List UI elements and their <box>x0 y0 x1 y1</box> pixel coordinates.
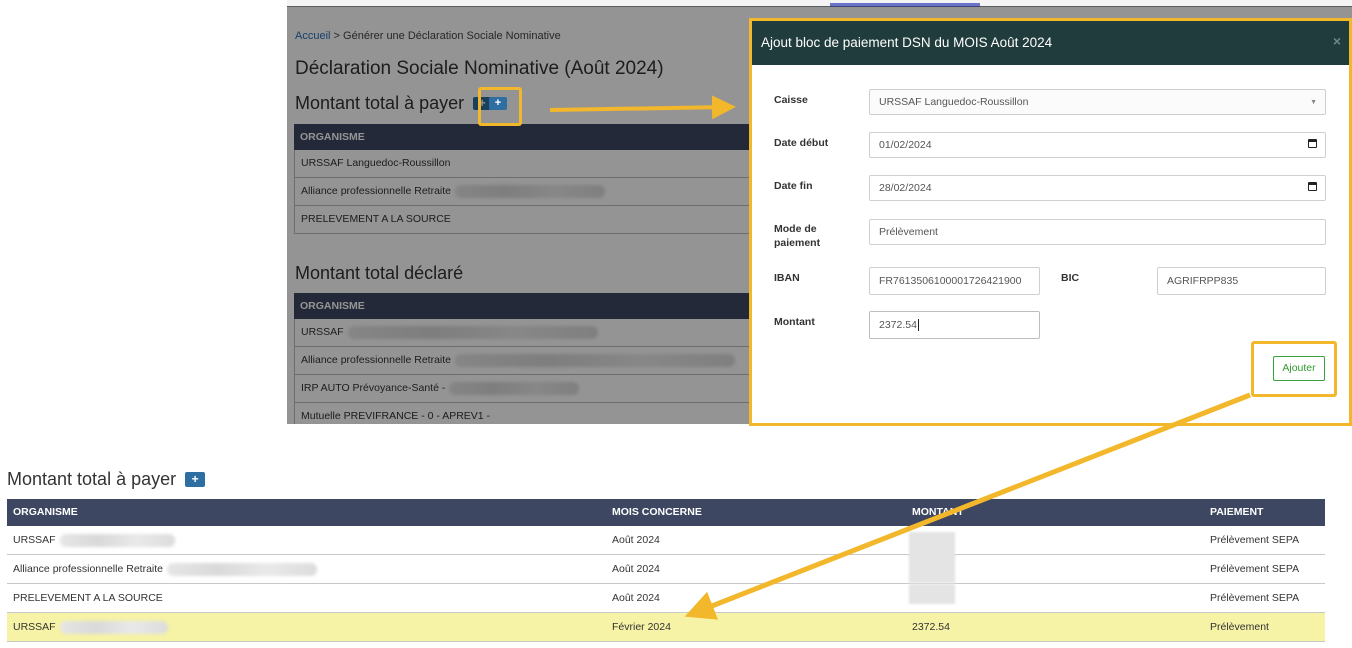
mode-paiement-value: Prélèvement <box>879 226 938 238</box>
result-section-title: Montant total à payer + <box>7 469 206 490</box>
caisse-select[interactable]: URSSAF Languedoc-Roussillon ▼ <box>869 89 1326 115</box>
paiement-cell: Prélèvement SEPA <box>1210 563 1300 575</box>
modal-title: Ajout bloc de paiement DSN du MOIS Août … <box>761 35 1053 50</box>
header-organisme: ORGANISME <box>13 506 78 518</box>
redacted-text <box>59 533 175 547</box>
montant-label: Montant <box>774 316 815 328</box>
organisme-cell: URSSAF <box>13 613 168 641</box>
mois-cell: Août 2024 <box>612 592 660 604</box>
calendar-icon[interactable] <box>1308 139 1317 148</box>
add-button-highlighted[interactable]: + <box>489 97 507 110</box>
mois-cell: Août 2024 <box>612 534 660 546</box>
mode-paiement-input[interactable]: Prélèvement <box>869 219 1326 245</box>
caisse-value: URSSAF Languedoc-Roussillon <box>879 96 1029 108</box>
iban-label: IBAN <box>774 272 800 284</box>
header-montant: MONTANT <box>912 506 964 518</box>
table-row: URSSAF Août 2024 Prélèvement SEPA <box>7 526 1325 558</box>
date-debut-input[interactable]: 01/02/2024 <box>869 132 1326 158</box>
header-mois: MOIS CONCERNE <box>612 506 702 518</box>
close-icon[interactable]: × <box>1333 19 1341 63</box>
date-fin-input[interactable]: 28/02/2024 <box>869 175 1326 201</box>
mois-cell: Février 2024 <box>612 621 671 633</box>
bic-value: AGRIFRPP835 <box>1167 275 1239 287</box>
organisme-cell: Alliance professionnelle Retraite <box>13 555 317 583</box>
dropdown-arrow-icon: ▼ <box>1310 99 1317 106</box>
iban-input[interactable]: FR7613506100001726421900 <box>869 267 1040 295</box>
mois-cell: Août 2024 <box>612 563 660 575</box>
bic-input[interactable]: AGRIFRPP835 <box>1157 267 1326 295</box>
paiement-cell: Prélèvement SEPA <box>1210 534 1300 546</box>
montant-input[interactable]: 2372.54 <box>869 311 1040 339</box>
caisse-label: Caisse <box>774 94 808 106</box>
table-row-new: URSSAF Février 2024 2372.54 Prélèvement <box>7 613 1325 642</box>
organisme-cell: PRELEVEMENT A LA SOURCE <box>13 592 163 604</box>
redacted-amount <box>909 584 955 604</box>
date-debut-value: 01/02/2024 <box>879 139 932 151</box>
payment-block-modal: Ajout bloc de paiement DSN du MOIS Août … <box>749 18 1352 426</box>
montant-cell: 2372.54 <box>912 621 950 633</box>
date-debut-label: Date début <box>774 137 829 149</box>
organisme-cell: URSSAF <box>13 526 175 554</box>
result-section-title-text: Montant total à payer <box>7 469 177 489</box>
result-table-section: Montant total à payer + ORGANISME MOIS C… <box>0 454 1352 648</box>
add-payment-block-button[interactable]: + <box>185 472 206 487</box>
table-row: PRELEVEMENT A LA SOURCE Août 2024 Prélèv… <box>7 584 1325 613</box>
header-paiement: PAIEMENT <box>1210 506 1264 518</box>
date-fin-value: 28/02/2024 <box>879 182 932 194</box>
table-row: Alliance professionnelle Retraite Août 2… <box>7 555 1325 584</box>
table-header-row: ORGANISME MOIS CONCERNE MONTANT PAIEMENT <box>7 499 1325 526</box>
paiement-cell: Prélèvement <box>1210 621 1269 633</box>
text-cursor <box>917 319 919 331</box>
iban-value: FR7613506100001726421900 <box>879 275 1022 287</box>
redacted-text <box>167 562 317 576</box>
montant-value: 2372.54 <box>879 319 917 331</box>
redacted-amount <box>909 555 955 583</box>
result-table: ORGANISME MOIS CONCERNE MONTANT PAIEMENT… <box>7 499 1325 642</box>
calendar-icon[interactable] <box>1308 182 1317 191</box>
paiement-cell: Prélèvement SEPA <box>1210 592 1300 604</box>
ajouter-button[interactable]: Ajouter <box>1273 356 1325 381</box>
modal-header: Ajout bloc de paiement DSN du MOIS Août … <box>752 21 1349 65</box>
bic-label: BIC <box>1061 272 1080 284</box>
date-fin-label: Date fin <box>774 180 813 192</box>
mode-paiement-label: Mode de paiement <box>774 223 821 249</box>
redacted-text <box>59 620 168 634</box>
